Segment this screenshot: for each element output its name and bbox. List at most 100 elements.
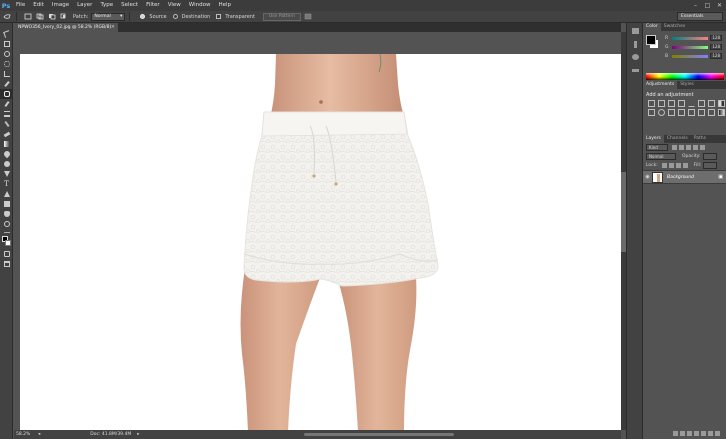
tab-adjustments[interactable]: Adjustments <box>643 81 678 89</box>
patch-tool-icon[interactable] <box>0 89 13 99</box>
eyedropper-tool-icon[interactable] <box>0 79 13 89</box>
menu-type[interactable]: Type <box>96 0 117 11</box>
blur-tool-icon[interactable] <box>0 149 13 159</box>
lasso-tool-icon[interactable] <box>0 49 13 59</box>
status-expand-icon[interactable]: ▸ <box>137 432 139 437</box>
properties-panel-icon[interactable] <box>628 39 642 49</box>
visibility-eye-icon[interactable]: ◉ <box>643 174 652 180</box>
new-group-icon[interactable] <box>701 431 706 436</box>
color-foreground-swatch[interactable] <box>646 35 656 45</box>
quick-mask-icon[interactable] <box>0 249 13 259</box>
color-lookup-icon[interactable] <box>668 109 675 116</box>
gradient-tool-icon[interactable] <box>0 139 13 149</box>
patch-mode-select[interactable]: Normal ▾ <box>91 12 126 21</box>
menu-help[interactable]: Help <box>214 0 235 11</box>
lock-position-icon[interactable] <box>675 163 681 168</box>
zoom-level[interactable]: 58.2% <box>14 432 34 437</box>
exposure-icon[interactable] <box>678 100 685 107</box>
screen-mode-icon[interactable] <box>0 259 13 269</box>
gradient-map-icon[interactable] <box>718 109 725 116</box>
menu-window[interactable]: Window <box>185 0 215 11</box>
opacity-input[interactable] <box>702 153 717 160</box>
horizontal-scrollbar-thumb[interactable] <box>304 433 454 436</box>
document-canvas[interactable] <box>20 54 621 430</box>
brush-tool-icon[interactable] <box>0 99 13 109</box>
tab-layers[interactable]: Layers <box>643 135 664 143</box>
red-slider[interactable] <box>672 36 708 40</box>
menu-layer[interactable]: Layer <box>73 0 96 11</box>
levels-icon[interactable] <box>658 100 665 107</box>
tab-styles[interactable]: Styles <box>677 81 697 89</box>
black-white-icon[interactable] <box>718 100 725 107</box>
invert-icon[interactable] <box>678 109 685 116</box>
green-value[interactable]: 128 <box>710 44 722 50</box>
tab-swatches[interactable]: Swatches <box>661 23 689 31</box>
brush-panel-icon[interactable] <box>628 65 642 75</box>
vibrance-icon[interactable] <box>688 100 695 107</box>
info-panel-icon[interactable] <box>628 52 642 62</box>
close-window-button[interactable]: ✕ <box>715 2 724 9</box>
pen-tool-icon[interactable] <box>0 169 13 179</box>
history-brush-tool-icon[interactable] <box>0 119 13 129</box>
red-value[interactable]: 128 <box>710 35 722 41</box>
document-tab[interactable]: NPWO356_Ivory_02.jpg @ 58.2% (RGB/8) × <box>14 23 118 32</box>
posterize-icon[interactable] <box>688 109 695 116</box>
curves-icon[interactable] <box>668 100 675 107</box>
selective-color-icon[interactable] <box>708 109 715 116</box>
photo-filter-icon[interactable] <box>648 109 655 116</box>
transparent-checkbox[interactable] <box>216 14 222 19</box>
use-pattern-button[interactable]: Use Pattern <box>262 12 301 21</box>
lock-transparent-icon[interactable] <box>661 163 667 168</box>
threshold-icon[interactable] <box>698 109 705 116</box>
tab-channels[interactable]: Channels <box>664 135 691 143</box>
filter-shape-icon[interactable] <box>693 145 698 150</box>
layer-style-icon[interactable] <box>680 431 685 436</box>
menu-file[interactable]: File <box>12 0 29 11</box>
path-selection-tool-icon[interactable] <box>0 189 13 199</box>
close-icon[interactable]: × <box>111 23 115 32</box>
filter-smart-icon[interactable] <box>700 145 705 150</box>
blue-value[interactable]: 128 <box>710 53 722 59</box>
menu-select[interactable]: Select <box>117 0 142 11</box>
link-layers-icon[interactable] <box>673 431 678 436</box>
filter-type-icon[interactable] <box>686 145 691 150</box>
color-swatches[interactable] <box>0 235 13 249</box>
quick-selection-tool-icon[interactable] <box>0 59 13 69</box>
tab-color[interactable]: Color <box>643 23 661 31</box>
layer-mask-icon[interactable] <box>687 431 692 436</box>
eraser-tool-icon[interactable] <box>0 129 13 139</box>
patch-tool-preset-icon[interactable] <box>2 12 12 21</box>
intersect-selection-icon[interactable] <box>59 12 69 21</box>
brightness-contrast-icon[interactable] <box>648 100 655 107</box>
new-adjustment-icon[interactable] <box>694 431 699 436</box>
fill-input[interactable] <box>703 162 718 169</box>
layer-kind-select[interactable]: Kind <box>646 144 668 151</box>
menu-edit[interactable]: Edit <box>29 0 48 11</box>
hand-tool-icon[interactable] <box>0 209 13 219</box>
hue-saturation-icon[interactable] <box>698 100 705 107</box>
add-selection-icon[interactable] <box>35 12 45 21</box>
background-swatch[interactable] <box>5 240 11 246</box>
blend-mode-select[interactable]: Normal <box>646 153 676 160</box>
menu-view[interactable]: View <box>164 0 185 11</box>
filter-pixel-icon[interactable] <box>672 145 677 150</box>
channel-mixer-icon[interactable] <box>658 109 665 116</box>
lock-pixels-icon[interactable] <box>668 163 674 168</box>
marquee-tool-icon[interactable] <box>0 39 13 49</box>
blue-slider[interactable] <box>672 54 708 58</box>
move-tool-icon[interactable] <box>0 29 13 39</box>
zoom-tool-icon[interactable] <box>0 219 13 229</box>
pattern-picker-icon[interactable] <box>303 12 313 21</box>
history-panel-icon[interactable] <box>628 26 642 36</box>
clone-stamp-tool-icon[interactable] <box>0 109 13 119</box>
new-selection-icon[interactable] <box>23 12 33 21</box>
dodge-tool-icon[interactable] <box>0 159 13 169</box>
canvas-area[interactable] <box>14 32 621 430</box>
source-radio[interactable] <box>140 14 146 19</box>
subtract-selection-icon[interactable] <box>47 12 57 21</box>
new-layer-icon[interactable] <box>708 431 713 436</box>
color-balance-icon[interactable] <box>708 100 715 107</box>
destination-radio[interactable] <box>172 14 178 19</box>
rectangle-tool-icon[interactable] <box>0 199 13 209</box>
green-slider[interactable] <box>672 45 708 49</box>
